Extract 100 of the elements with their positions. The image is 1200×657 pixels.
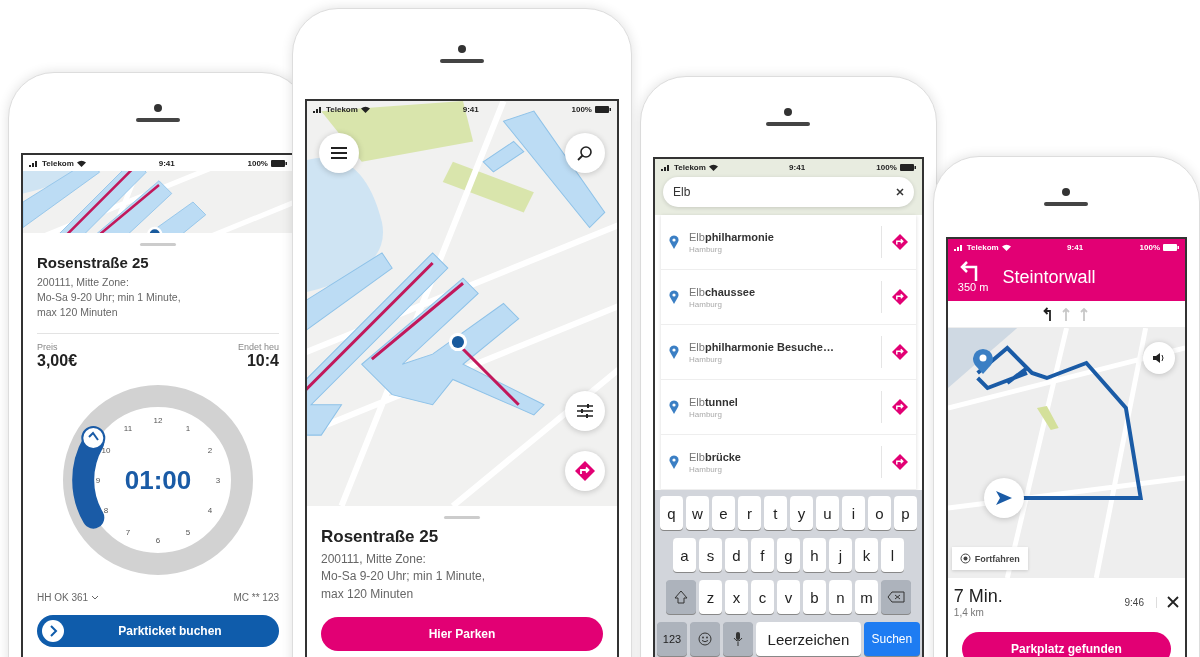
end-time: 10:4 (245, 351, 279, 370)
parking-found-button[interactable]: Parkplatz gefunden (961, 632, 1171, 657)
book-ticket-button[interactable]: Parkticket buchen (37, 614, 279, 647)
keyboard-key[interactable]: i (841, 496, 865, 530)
backspace-key[interactable] (880, 580, 911, 614)
status-time: 9:41 (789, 162, 806, 172)
battery-icon (595, 105, 611, 113)
result-city: Hamburg (689, 244, 723, 254)
keyboard-key[interactable]: j (828, 538, 852, 572)
location-pin-icon (669, 400, 679, 414)
plate-dropdown[interactable]: HH OK 361 (37, 591, 100, 603)
clock-number: 4 (207, 505, 213, 515)
clock-number: 12 (153, 415, 163, 425)
keyboard-key[interactable]: x (724, 580, 748, 614)
numbers-key[interactable]: 123 (657, 622, 687, 656)
keyboard-key[interactable]: n (828, 580, 852, 614)
camera-lens (154, 104, 162, 112)
keyboard-key[interactable]: m (854, 580, 878, 614)
search-key[interactable]: Suchen (863, 622, 920, 656)
carrier-name: Telekom (674, 162, 706, 172)
carrier-name: Telekom (326, 104, 358, 114)
zone-info: 200111, Mitte Zone: (37, 275, 130, 290)
result-name: Elbphilharmonie Besuche… (689, 340, 835, 353)
keyboard-key[interactable]: s (698, 538, 722, 572)
keyboard-key[interactable]: y (789, 496, 813, 530)
keyboard-key[interactable]: w (685, 496, 709, 530)
keyboard-key[interactable]: c (750, 580, 774, 614)
keyboard-key[interactable]: v (776, 580, 800, 614)
clock-number: 10 (101, 445, 111, 455)
keyboard-key[interactable]: d (724, 538, 748, 572)
speaker-grille (1044, 202, 1089, 206)
continue-button[interactable]: Fortfahren (951, 547, 1028, 570)
keyboard-key[interactable]: b (802, 580, 826, 614)
zone-info: max 120 Minuten (37, 305, 119, 321)
battery-level: 100% (876, 162, 897, 172)
emoji-key[interactable] (690, 622, 720, 656)
keyboard-key[interactable]: u (815, 496, 839, 530)
clock-number: 6 (155, 535, 161, 545)
search-result[interactable]: Elbtunnel Hamburg (661, 380, 916, 435)
search-result[interactable]: Elbphilharmonie Besuche… Hamburg (661, 325, 916, 380)
clock-number: 9 (95, 475, 101, 485)
keyboard-key[interactable]: a (672, 538, 696, 572)
price-label: Preis (37, 341, 59, 352)
battery-level: 100% (247, 158, 268, 168)
route-icon[interactable] (891, 344, 908, 360)
close-icon[interactable] (895, 188, 904, 196)
park-here-button[interactable]: Hier Parken (321, 617, 603, 652)
speaker-icon (1153, 353, 1165, 363)
zone-info: Mo-Sa 9-20 Uhr; min 1 Minute, (37, 290, 182, 306)
result-name: Elbtunnel (689, 395, 739, 408)
clock-number: 11 (123, 423, 133, 433)
remaining-distance: 1,4 km (953, 607, 985, 618)
route-icon[interactable] (891, 454, 908, 470)
end-label: Endet heu (237, 341, 279, 352)
keyboard-key[interactable]: f (750, 538, 774, 572)
location-pin-icon (669, 290, 679, 304)
turn-distance: 350 m (957, 281, 989, 293)
signal-icon (313, 105, 323, 113)
keyboard-key[interactable]: h (802, 538, 826, 572)
route-icon (575, 461, 595, 481)
location-pin-icon (669, 455, 679, 469)
speaker-grille (766, 122, 811, 126)
keyboard-key[interactable]: t (763, 496, 787, 530)
route-icon[interactable] (891, 399, 908, 415)
signal-icon (29, 159, 39, 167)
search-field[interactable]: Elb (663, 177, 914, 207)
clock-number: 5 (185, 527, 191, 537)
address-title: Rosentraße 25 (321, 527, 440, 547)
keyboard-key[interactable]: r (737, 496, 761, 530)
street-name: Steintorwall (1002, 266, 1096, 288)
route-icon[interactable] (891, 289, 908, 305)
keyboard-key[interactable]: g (776, 538, 800, 572)
clock-number: 1 (185, 423, 191, 433)
speaker-grille (136, 118, 180, 122)
location-pin-icon (669, 345, 679, 359)
close-button[interactable] (1167, 596, 1179, 608)
wifi-icon (1001, 243, 1011, 251)
address-title: Rosenstraße 25 (37, 254, 150, 271)
keyboard-key[interactable]: k (854, 538, 878, 572)
keyboard-key[interactable]: q (659, 496, 683, 530)
status-time: 9:41 (1067, 242, 1084, 252)
search-result[interactable]: Elbchaussee Hamburg (661, 270, 916, 325)
keyboard-key[interactable]: o (867, 496, 891, 530)
battery-icon (899, 163, 916, 171)
camera-lens (784, 108, 793, 116)
result-name: Elbphilharmonie (689, 230, 775, 243)
keyboard-key[interactable]: l (880, 538, 904, 572)
shift-key[interactable] (665, 580, 696, 614)
close-icon (1167, 596, 1179, 608)
result-city: Hamburg (689, 299, 723, 309)
keyboard-key[interactable]: e (711, 496, 735, 530)
chevron-right-icon (41, 618, 65, 643)
space-key[interactable]: Leerzeichen (756, 622, 861, 656)
microphone-key[interactable] (723, 622, 753, 656)
keyboard-key[interactable]: p (893, 496, 917, 530)
status-time: 9:41 (462, 104, 479, 114)
route-icon[interactable] (891, 234, 908, 250)
result-name: Elbchaussee (689, 285, 757, 298)
search-result[interactable]: Elbphilharmonie Hamburg (661, 215, 916, 270)
keyboard-key[interactable]: z (698, 580, 722, 614)
